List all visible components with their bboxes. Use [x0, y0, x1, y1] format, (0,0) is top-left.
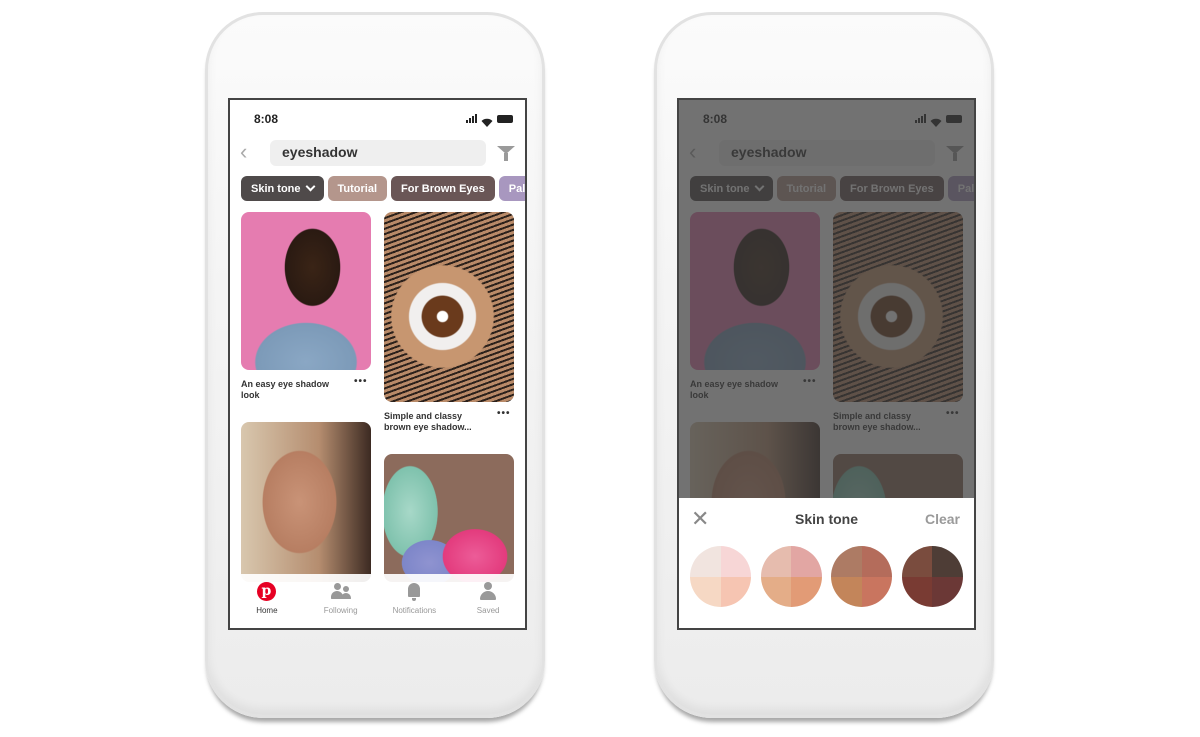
chip-label: Pale — [508, 182, 526, 195]
swatch-quadrant — [932, 576, 963, 607]
chip-pale[interactable]: Pale — [498, 176, 526, 201]
pin-image-brown-eye[interactable] — [384, 212, 514, 402]
skin-tone-sheet: ✕ Skin tone Clear — [679, 498, 974, 628]
pin-image-crushed-eyeshadow[interactable] — [384, 454, 514, 582]
skin-tone-swatches — [690, 546, 963, 607]
skin-tone-swatch-dark[interactable] — [901, 546, 963, 607]
swatch-quadrant — [720, 546, 751, 577]
swatch-quadrant — [690, 546, 721, 577]
swatch-quadrant — [791, 546, 822, 577]
swatch-quadrant — [901, 576, 933, 607]
bottom-tab-bar: p Home Following Notifications Saved — [230, 574, 525, 628]
tab-home[interactable]: p Home — [232, 582, 302, 628]
tab-notifications[interactable]: Notifications — [379, 582, 449, 628]
search-input[interactable]: eyeshadow — [270, 140, 486, 166]
tab-saved[interactable]: Saved — [453, 582, 523, 628]
signal-icon — [466, 114, 477, 123]
filter-icon[interactable] — [497, 146, 515, 161]
swatch-quadrant — [861, 576, 893, 607]
swatch-quadrant — [791, 576, 822, 607]
chip-label: For Brown Eyes — [401, 182, 485, 195]
swatch-quadrant — [760, 546, 792, 577]
back-chevron-icon[interactable]: ‹ — [240, 141, 247, 163]
skin-tone-swatch-medium-light[interactable] — [760, 546, 822, 607]
tab-label: Notifications — [392, 606, 437, 615]
tab-following[interactable]: Following — [306, 582, 376, 628]
bell-icon — [404, 582, 424, 602]
chip-for-brown-eyes[interactable]: For Brown Eyes — [391, 176, 495, 201]
clear-button[interactable]: Clear — [925, 511, 960, 527]
wifi-icon — [481, 114, 493, 127]
skin-tone-screen: 8:08 ‹ eyeshadow Skin tone Tutorial For … — [677, 98, 976, 630]
search-row: ‹ eyeshadow — [230, 140, 525, 166]
chip-label: Tutorial — [337, 182, 378, 195]
pin-image-woman-portrait[interactable] — [241, 422, 371, 582]
status-bar: 8:08 — [230, 112, 525, 128]
swatch-quadrant — [901, 546, 933, 577]
pin-image-curly-hair-woman[interactable] — [241, 212, 371, 370]
swatch-quadrant — [831, 576, 862, 607]
phone-frame-search: 8:08 ‹ eyeshadow Skin tone Tutorial For … — [205, 12, 545, 718]
swatch-quadrant — [760, 576, 792, 607]
swatch-quadrant — [831, 546, 862, 577]
skin-tone-swatch-light[interactable] — [690, 546, 751, 607]
phone-frame-skin-tone: 8:08 ‹ eyeshadow Skin tone Tutorial For … — [654, 12, 994, 718]
chevron-down-icon — [305, 181, 315, 192]
tab-label: Following — [323, 606, 358, 615]
battery-icon — [497, 115, 513, 123]
skin-tone-swatch-medium[interactable] — [831, 546, 893, 607]
chip-tutorial[interactable]: Tutorial — [327, 176, 388, 201]
swatch-quadrant — [690, 576, 721, 607]
chip-label: Skin tone — [251, 182, 301, 195]
pinterest-logo-icon: p — [256, 582, 276, 601]
tab-label: Saved — [476, 606, 500, 615]
chip-skin-tone[interactable]: Skin tone — [241, 176, 324, 201]
tab-label: Home — [256, 606, 278, 615]
swatch-quadrant — [932, 546, 963, 577]
swatch-quadrant — [861, 546, 893, 577]
more-options-icon[interactable]: ••• — [497, 408, 511, 419]
person-icon — [478, 582, 498, 602]
status-time: 8:08 — [254, 112, 279, 126]
more-options-icon[interactable]: ••• — [354, 376, 368, 387]
people-icon — [330, 582, 351, 602]
swatch-quadrant — [720, 576, 751, 607]
pin-title: An easy eye shadow look — [241, 379, 330, 400]
search-results-screen: 8:08 ‹ eyeshadow Skin tone Tutorial For … — [228, 98, 527, 630]
pin-title: Simple and classy brown eye shadow... — [384, 411, 472, 432]
filter-chips: Skin tone Tutorial For Brown Eyes Pale — [241, 176, 526, 201]
